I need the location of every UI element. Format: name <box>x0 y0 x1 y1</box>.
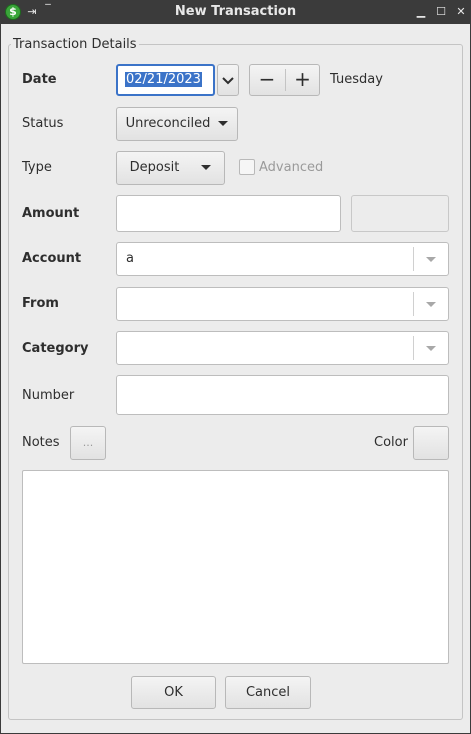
ok-button[interactable]: OK <box>131 676 216 709</box>
weekday-label: Tuesday <box>330 72 383 87</box>
dropdown-arrow-icon <box>201 165 212 170</box>
advanced-label: Advanced <box>259 160 324 175</box>
account-combobox[interactable]: a <box>116 242 449 276</box>
title-bar: $ ⇥ ‾ New Transaction ▁ ☐ ✕ <box>0 0 471 24</box>
amount-input[interactable] <box>116 195 341 232</box>
type-value: Deposit <box>129 160 180 175</box>
status-label: Status <box>22 116 64 131</box>
cancel-button[interactable]: Cancel <box>225 676 311 709</box>
notes-more-button[interactable]: ... <box>70 426 106 460</box>
minimize-icon[interactable]: ▁ <box>413 3 429 21</box>
number-input[interactable] <box>116 375 449 415</box>
chevron-down-icon <box>222 77 234 85</box>
chevron-down-icon[interactable] <box>426 257 436 262</box>
advanced-checkbox[interactable] <box>239 159 255 175</box>
group-title: Transaction Details <box>11 37 139 52</box>
color-label: Color <box>374 435 408 450</box>
status-dropdown[interactable]: Unreconciled <box>116 107 238 141</box>
notes-label: Notes <box>22 435 60 450</box>
amount-secondary-field <box>351 195 449 232</box>
window-title: New Transaction <box>174 4 297 19</box>
number-label: Number <box>22 388 75 403</box>
amount-label: Amount <box>22 206 80 221</box>
date-label: Date <box>22 72 57 87</box>
date-picker-button[interactable] <box>217 64 239 96</box>
type-label: Type <box>22 160 52 175</box>
category-combobox[interactable] <box>116 331 449 365</box>
date-value: 02/21/2023 <box>125 72 202 87</box>
account-label: Account <box>22 251 82 266</box>
date-input[interactable]: 02/21/2023 <box>116 64 215 96</box>
dropdown-arrow-icon <box>218 121 229 126</box>
category-label: Category <box>22 341 89 356</box>
type-dropdown[interactable]: Deposit <box>116 151 225 185</box>
close-icon[interactable]: ✕ <box>453 3 469 21</box>
date-increment-button[interactable]: + <box>285 64 320 96</box>
from-label: From <box>22 296 59 311</box>
chevron-down-icon[interactable] <box>426 302 436 307</box>
date-decrement-button[interactable]: − <box>249 64 285 96</box>
from-combobox[interactable] <box>116 287 449 321</box>
notes-textarea[interactable] <box>22 470 449 664</box>
maximize-icon[interactable]: ☐ <box>433 3 449 21</box>
status-value: Unreconciled <box>125 116 211 131</box>
account-value: a <box>126 251 134 266</box>
chevron-down-icon[interactable] <box>426 346 436 351</box>
color-picker-button[interactable] <box>413 426 449 460</box>
